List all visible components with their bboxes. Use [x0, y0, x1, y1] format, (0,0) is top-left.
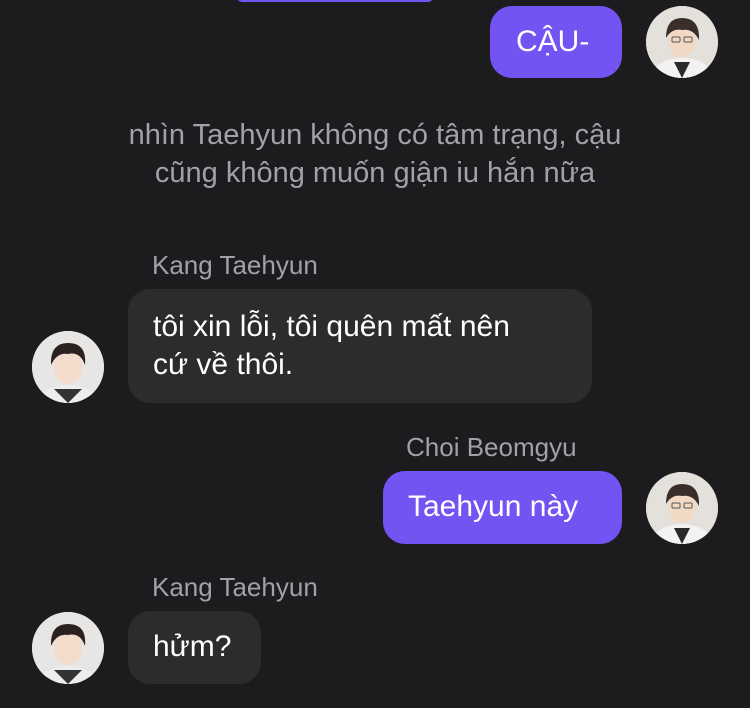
message-text: CẬU- — [516, 25, 590, 58]
message-text: hửm? — [153, 630, 232, 663]
avatar-kang-taehyun-image — [32, 331, 104, 403]
narration-line: cũng không muốn giận iu hắn nữa — [154, 157, 596, 189]
narration-line: nhìn Taehyun không có tâm trạng, cậu — [128, 119, 622, 151]
avatar[interactable] — [32, 331, 104, 403]
avatar-choi-beomgyu-image — [646, 472, 718, 544]
avatar[interactable] — [32, 612, 104, 684]
message-text-line: cứ về thôi. — [153, 348, 294, 381]
sender-name: Kang Taehyun — [152, 572, 318, 602]
message-text-line: tôi xin lỗi, tôi quên mất nên — [153, 310, 510, 343]
sender-name: Kang Taehyun — [152, 250, 318, 280]
message-bubble-outgoing[interactable]: CẬU- — [490, 6, 622, 78]
message-text: Taehyun này — [408, 490, 579, 523]
message-bubble-incoming[interactable]: hửm? — [128, 611, 261, 684]
narration-text: nhìn Taehyun không có tâm trạng, cậu cũn… — [60, 116, 690, 192]
avatar[interactable] — [646, 472, 718, 544]
sender-name: Choi Beomgyu — [406, 432, 577, 462]
avatar[interactable] — [646, 6, 718, 78]
message-bubble-incoming[interactable]: tôi xin lỗi, tôi quên mất nên cứ về thôi… — [128, 289, 592, 403]
message-bubble-outgoing[interactable]: Taehyun này — [383, 471, 622, 544]
avatar-kang-taehyun-image — [32, 612, 104, 684]
avatar-choi-beomgyu-image — [646, 6, 718, 78]
previous-message-bubble — [235, 0, 435, 2]
